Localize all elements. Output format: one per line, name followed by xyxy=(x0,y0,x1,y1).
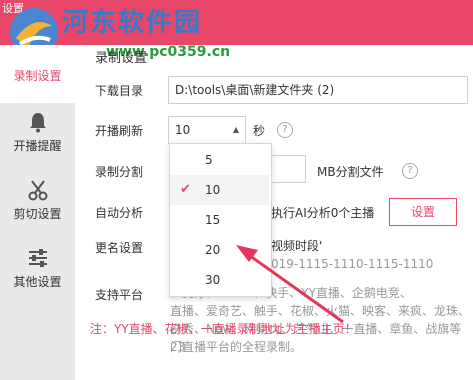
annotation-arrow-icon xyxy=(236,245,344,324)
